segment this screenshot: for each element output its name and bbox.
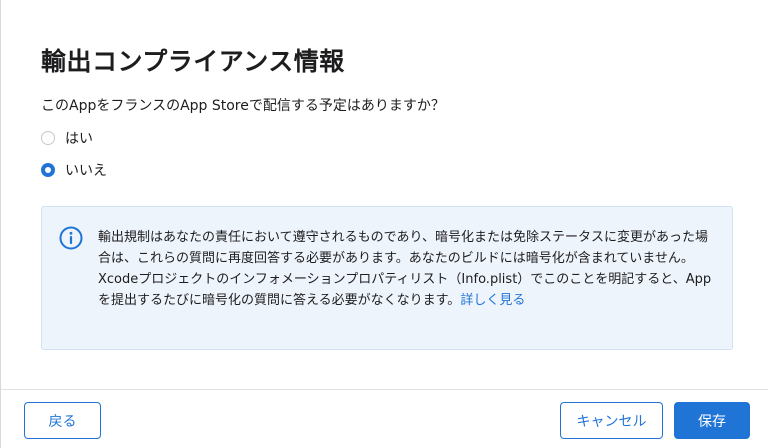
radio-yes-label: はい (65, 131, 93, 147)
radio-option-no[interactable]: いいえ (41, 160, 107, 180)
dialog-title: 輸出コンプライアンス情報 (41, 47, 345, 76)
learn-more-link[interactable]: 詳しく見る (460, 293, 525, 308)
info-circle-icon (59, 226, 83, 250)
cancel-button[interactable]: キャンセル (560, 402, 663, 439)
radio-no-button[interactable] (41, 163, 55, 177)
save-button[interactable]: 保存 (674, 402, 750, 439)
footer-divider (1, 389, 768, 390)
radio-yes-button[interactable] (41, 131, 55, 145)
export-compliance-dialog: 輸出コンプライアンス情報 このAppをフランスのApp Storeで配信する予定… (0, 0, 768, 448)
info-box: 輸出規制はあなたの責任において遵守されるものであり、暗号化または免除ステータスに… (41, 206, 733, 350)
radio-option-yes[interactable]: はい (41, 128, 93, 148)
radio-no-label: いいえ (65, 163, 107, 179)
info-message: 輸出規制はあなたの責任において遵守されるものであり、暗号化または免除ステータスに… (98, 227, 718, 311)
info-message-text: 輸出規制はあなたの責任において遵守されるものであり、暗号化または免除ステータスに… (98, 230, 712, 308)
back-button[interactable]: 戻る (24, 402, 101, 439)
distribution-question: このAppをフランスのApp Storeで配信する予定はありますか？ (41, 98, 445, 114)
